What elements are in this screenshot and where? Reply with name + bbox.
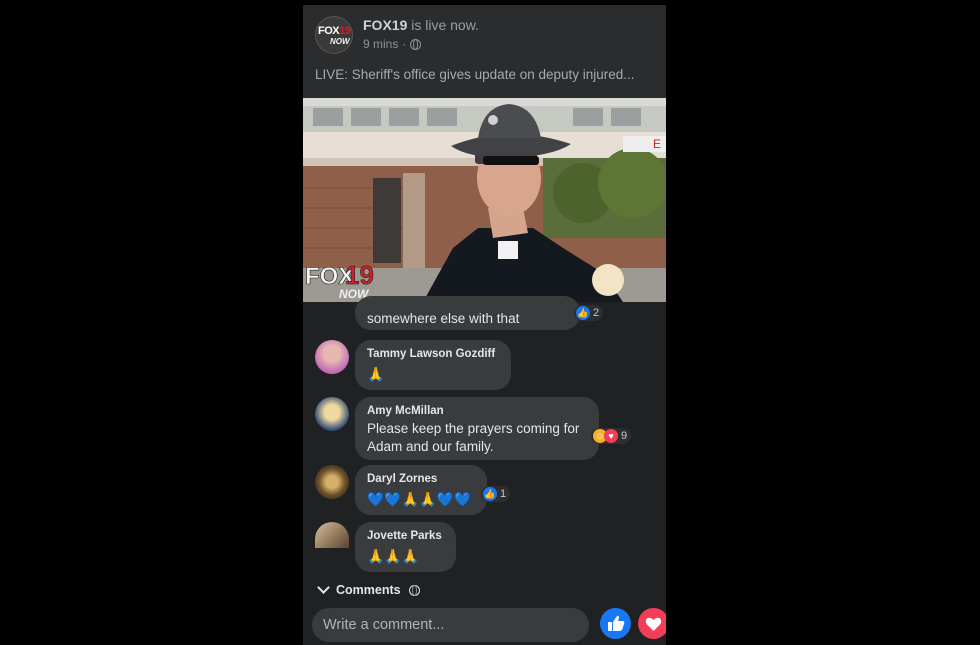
live-video-player[interactable]: E FOX 19 NOW [303, 98, 666, 302]
comments-label: Comments [336, 583, 401, 597]
comment-text: somewhere else with that [367, 311, 520, 326]
comment-text: 🙏🙏🙏 [367, 548, 420, 564]
comment-author[interactable]: Jovette Parks [367, 530, 442, 542]
avatar[interactable] [315, 465, 349, 499]
love-icon [645, 617, 662, 631]
post-caption[interactable]: LIVE: Sheriff's office gives update on d… [315, 67, 635, 82]
comment-input[interactable] [312, 608, 589, 642]
comment-author[interactable]: Amy McMillan [367, 405, 444, 417]
comment-reactions[interactable]: 👍 2 [574, 305, 604, 321]
video-frame: E FOX 19 NOW [303, 98, 666, 302]
page-avatar[interactable]: FOX19 NOW [315, 16, 353, 54]
post-meta: 9 mins · [363, 37, 422, 51]
globe-icon [408, 584, 420, 596]
chevron-down-icon [317, 581, 330, 594]
comment-text: 💙💙🙏🙏💙💙 [367, 491, 472, 507]
meta-separator: · [402, 37, 407, 51]
page-name-line: FOX19 is live now. [363, 17, 479, 33]
globe-icon [410, 38, 422, 50]
comment-text-line: Please keep the prayers coming for [367, 421, 580, 436]
comment-author[interactable]: Tammy Lawson Gozdiff [367, 348, 495, 360]
live-video-post: FOX19 NOW FOX19 is live now. 9 mins · LI… [303, 5, 666, 645]
comment-text: 🙏 [367, 366, 385, 382]
post-time[interactable]: 9 mins [363, 37, 398, 51]
love-icon: ♥ [604, 429, 618, 443]
avatar[interactable] [315, 522, 349, 548]
like-button[interactable] [600, 608, 631, 639]
comment-author[interactable]: Daryl Zornes [367, 473, 437, 485]
post-header: FOX19 NOW FOX19 is live now. 9 mins · LI… [303, 5, 666, 98]
like-icon [608, 615, 625, 631]
comments-panel: somewhere else with that 👍 2 Tammy Lawso… [303, 296, 666, 645]
live-status: is live now. [411, 17, 479, 33]
comments-toggle[interactable]: Comments [317, 581, 420, 597]
like-icon: 👍 [576, 306, 590, 320]
comment-reactions[interactable]: 👍 1 [481, 486, 511, 502]
love-button[interactable] [638, 608, 666, 639]
comment-text-line: Adam and our family. [367, 439, 494, 454]
page-name-link[interactable]: FOX19 [363, 17, 407, 33]
comment-reactions[interactable]: ☺ ♥ 9 [591, 428, 632, 444]
svg-text:19: 19 [345, 260, 374, 290]
avatar[interactable] [315, 340, 349, 374]
svg-text:E: E [653, 137, 661, 151]
avatar[interactable] [315, 397, 349, 431]
like-icon: 👍 [483, 487, 497, 501]
